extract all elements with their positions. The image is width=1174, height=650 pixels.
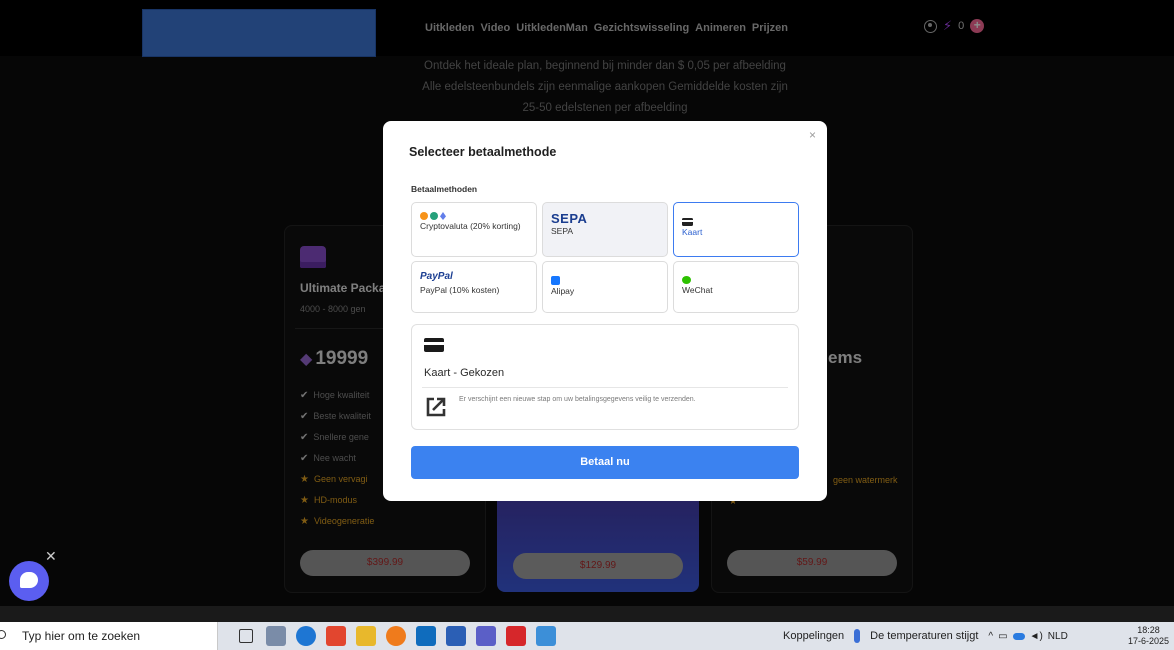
method-label: SEPA <box>551 226 574 236</box>
ethereum-icon <box>440 212 446 220</box>
chat-close-icon[interactable]: ✕ <box>45 548 57 565</box>
weather-text[interactable]: De temperaturen stijgt <box>870 630 978 642</box>
app-icon-s[interactable] <box>326 626 346 646</box>
clock-time: 18:28 <box>1137 625 1160 635</box>
method-card[interactable]: Kaart <box>673 202 799 257</box>
speaker-icon[interactable]: ◄) <box>1030 631 1043 642</box>
edge-icon[interactable] <box>296 626 316 646</box>
taskbar-search[interactable]: Typ hier om te zoeken <box>0 622 218 650</box>
alipay-icon <box>551 276 560 285</box>
method-paypal[interactable]: PayPal PayPal (10% kosten) <box>411 261 537 313</box>
wechat-icon <box>682 276 691 284</box>
firefox-icon[interactable] <box>386 626 406 646</box>
onedrive-icon[interactable] <box>1012 632 1025 640</box>
crypto-icons <box>420 212 528 220</box>
acrobat-icon[interactable] <box>506 626 526 646</box>
modal-title: Selecteer betaalmethode <box>409 145 557 159</box>
method-label: WeChat <box>682 285 713 295</box>
method-alipay[interactable]: Alipay <box>542 261 668 313</box>
method-label: Kaart <box>682 227 703 237</box>
divider <box>422 387 788 388</box>
app-icon-paint[interactable] <box>266 626 286 646</box>
browser-status-strip <box>0 606 1174 622</box>
chosen-method-label: Kaart - Gekozen <box>424 367 505 379</box>
word-icon[interactable] <box>446 626 466 646</box>
method-label: Cryptovaluta (20% korting) <box>420 221 521 231</box>
payment-method-grid: Cryptovaluta (20% korting) SEPA SEPA Kaa… <box>411 202 801 313</box>
method-label: PayPal (10% kosten) <box>420 285 500 295</box>
external-link-icon <box>426 397 446 417</box>
redirect-note: Er verschijnt een nieuwe stap om uw beta… <box>459 396 696 403</box>
credit-card-icon <box>682 218 693 226</box>
method-crypto[interactable]: Cryptovaluta (20% korting) <box>411 202 537 257</box>
taskbar-tray: Koppelingen De temperaturen stijgt ^ ▭ ◄… <box>783 629 1068 643</box>
method-wechat[interactable]: WeChat <box>673 261 799 313</box>
photos-icon[interactable] <box>536 626 556 646</box>
payment-method-modal: × Selecteer betaalmethode Betaalmethoden… <box>383 121 827 501</box>
language-indicator[interactable]: NLD <box>1048 631 1068 642</box>
chat-widget-button[interactable] <box>9 561 49 601</box>
links-toolbar[interactable]: Koppelingen <box>783 630 844 642</box>
outlook-icon[interactable] <box>416 626 436 646</box>
method-sepa[interactable]: SEPA SEPA <box>542 202 668 257</box>
chevron-up-icon[interactable]: ^ <box>988 631 993 642</box>
search-icon <box>0 630 6 639</box>
clock-date: 17-6-2025 <box>1128 636 1170 646</box>
task-view-icon[interactable] <box>239 629 253 643</box>
tether-icon <box>430 212 438 220</box>
taskbar-clock[interactable]: 18:28 17-6-2025 <box>1128 625 1169 647</box>
windows-taskbar: Typ hier om te zoeken Koppelingen De tem… <box>0 622 1174 650</box>
thermometer-icon <box>854 629 861 643</box>
selected-method-details: Kaart - Gekozen Er verschijnt een nieuwe… <box>411 324 799 430</box>
method-label: Alipay <box>551 286 575 296</box>
search-placeholder: Typ hier om te zoeken <box>22 629 141 643</box>
network-icon[interactable]: ▭ <box>998 631 1007 642</box>
sepa-logo: SEPA <box>551 211 588 226</box>
teams-icon[interactable] <box>476 626 496 646</box>
credit-card-icon <box>424 338 444 352</box>
paypal-logo: PayPal <box>420 271 453 282</box>
file-explorer-icon[interactable] <box>356 626 376 646</box>
bitcoin-icon <box>420 212 428 220</box>
pay-now-button[interactable]: Betaal nu <box>411 446 799 479</box>
system-tray: ^ ▭ ◄) NLD <box>988 631 1067 642</box>
methods-label: Betaalmethoden <box>411 184 478 194</box>
close-icon[interactable]: × <box>809 128 816 142</box>
taskbar-apps <box>236 626 556 646</box>
